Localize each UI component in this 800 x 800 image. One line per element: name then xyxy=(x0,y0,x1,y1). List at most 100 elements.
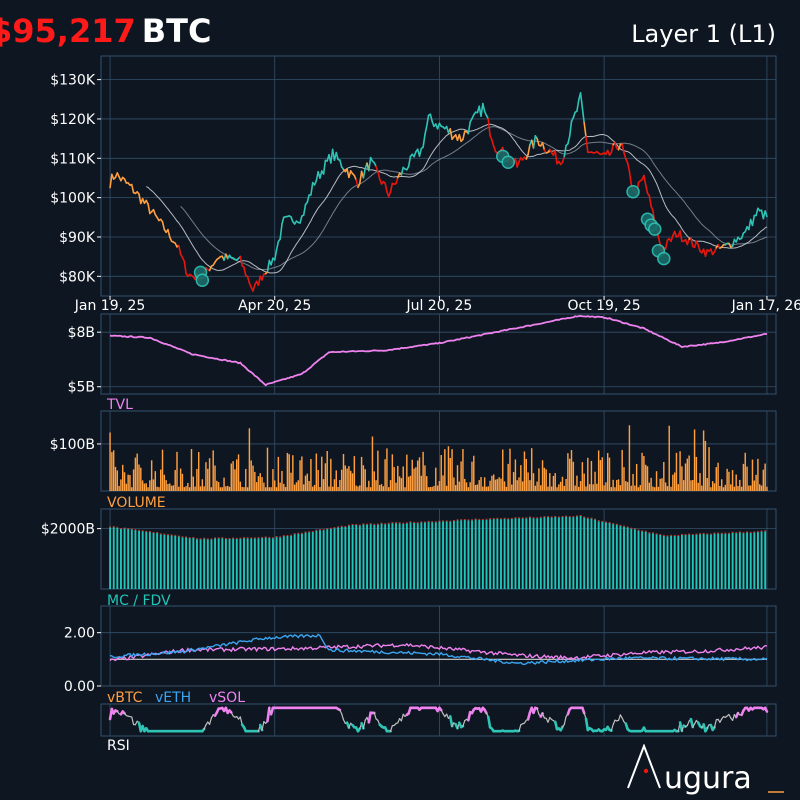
rsi-segment xyxy=(446,713,450,720)
chart-area: $80K $90K $100K $110K $120K $130K $5B $8B $100B $… xyxy=(41,55,800,754)
price-segment xyxy=(579,92,584,109)
volume-bar xyxy=(129,475,131,491)
volume-bar xyxy=(368,480,370,491)
fdv-cap-mark xyxy=(492,518,495,520)
mc-fdv-bar xyxy=(717,533,720,589)
fdv-cap-mark xyxy=(424,521,426,523)
mc-fdv-bar xyxy=(290,535,293,589)
volume-bar xyxy=(672,474,674,491)
volume-bar xyxy=(464,478,466,491)
volume-bar xyxy=(304,475,307,491)
mc-fdv-bar xyxy=(749,532,752,589)
mc-fdv-bar xyxy=(221,538,224,589)
fdv-cap-mark xyxy=(568,516,571,518)
fdv-cap-mark xyxy=(369,523,372,525)
volume-bar xyxy=(648,482,651,491)
volume-bar xyxy=(123,472,126,491)
volume-bar xyxy=(331,486,334,491)
volume-bar xyxy=(391,454,394,491)
mc-fdv-bar xyxy=(557,517,560,589)
volume-bar xyxy=(543,467,546,491)
rsi-segment xyxy=(731,713,735,721)
fdv-cap-mark xyxy=(337,526,340,528)
volume-bar xyxy=(740,486,743,491)
volume-bar xyxy=(134,457,137,491)
mc-fdv-bar xyxy=(232,538,235,589)
fdv-cap-mark xyxy=(416,522,419,524)
mc-fdv-bar xyxy=(112,527,115,589)
mc-fdv-bar xyxy=(413,522,416,589)
volume-bar xyxy=(491,475,493,491)
fdv-cap-mark xyxy=(163,533,166,535)
y-tick-label: $80K xyxy=(59,269,96,285)
mc-fdv-bar xyxy=(405,523,408,589)
volume-bar xyxy=(695,456,698,491)
volume-bar xyxy=(326,451,328,491)
price-segment xyxy=(527,144,531,156)
fdv-cap-mark xyxy=(644,530,647,532)
volume-bar xyxy=(730,484,732,491)
fdv-cap-mark xyxy=(228,538,231,540)
volume-bar xyxy=(397,465,399,491)
volume-bar xyxy=(389,480,392,491)
fdv-cap-mark xyxy=(757,531,759,533)
fdv-cap-mark xyxy=(452,520,455,522)
rsi-segment xyxy=(486,715,492,729)
volume-bar xyxy=(259,473,261,491)
mc-fdv-bar xyxy=(735,533,738,589)
volume-bar xyxy=(596,483,598,491)
volume-bar xyxy=(263,482,265,491)
volume-bar xyxy=(720,479,723,491)
fdv-cap-mark xyxy=(348,524,350,526)
fdv-cap-mark xyxy=(619,524,622,526)
volume-bar xyxy=(757,458,759,491)
volume-bar xyxy=(163,474,166,491)
mc-fdv-bar xyxy=(543,517,546,589)
vbtc-label: vBTC xyxy=(107,690,143,706)
volume-bar xyxy=(621,449,623,491)
mc-fdv-bar xyxy=(757,532,759,589)
price-segment xyxy=(664,239,669,250)
mc-fdv-bar xyxy=(203,538,206,589)
volume-bar xyxy=(279,482,281,491)
mc-fdv-bar xyxy=(673,535,676,589)
fdv-cap-mark xyxy=(463,519,466,521)
volume-bar xyxy=(230,463,233,491)
fdv-cap-mark xyxy=(405,522,408,524)
volume-bar xyxy=(465,482,468,491)
volume-bar xyxy=(377,450,379,491)
volume-bar xyxy=(292,455,294,491)
fdv-cap-mark xyxy=(120,528,122,530)
fdv-cap-mark xyxy=(655,533,658,535)
y-tick-label: $90K xyxy=(59,230,96,246)
fdv-cap-mark xyxy=(214,537,217,539)
volume-bar xyxy=(612,479,614,491)
fdv-cap-mark xyxy=(735,532,738,534)
volume-bar xyxy=(514,459,517,491)
mc-fdv-bar xyxy=(145,531,148,589)
volume-bar xyxy=(749,485,752,491)
fdv-cap-mark xyxy=(583,516,586,518)
volume-bar xyxy=(207,468,209,491)
volume-bar xyxy=(284,486,287,491)
rsi-segment xyxy=(713,719,717,728)
rsi-segment xyxy=(342,719,346,725)
rsi-label: RSI xyxy=(107,738,130,754)
panel-price: $80K $90K $100K $110K $120K $130K xyxy=(50,55,777,297)
volume-bar xyxy=(156,486,158,491)
volume-bar xyxy=(666,486,669,491)
mc-fdv-bar xyxy=(398,523,401,589)
mc-fdv-bar xyxy=(181,537,184,589)
volume-bar xyxy=(474,485,477,491)
mc-fdv-bar xyxy=(402,523,405,589)
fdv-cap-mark xyxy=(311,531,314,533)
fdv-cap-mark xyxy=(145,530,148,532)
fdv-cap-mark xyxy=(731,531,734,533)
mc-fdv-bar xyxy=(362,524,365,589)
mc-fdv-bar xyxy=(424,522,426,589)
volume-bar xyxy=(398,476,401,491)
fdv-cap-mark xyxy=(116,526,119,528)
price-segment xyxy=(467,121,471,135)
mc-fdv-bar xyxy=(691,534,694,589)
fdv-cap-mark xyxy=(659,533,662,535)
